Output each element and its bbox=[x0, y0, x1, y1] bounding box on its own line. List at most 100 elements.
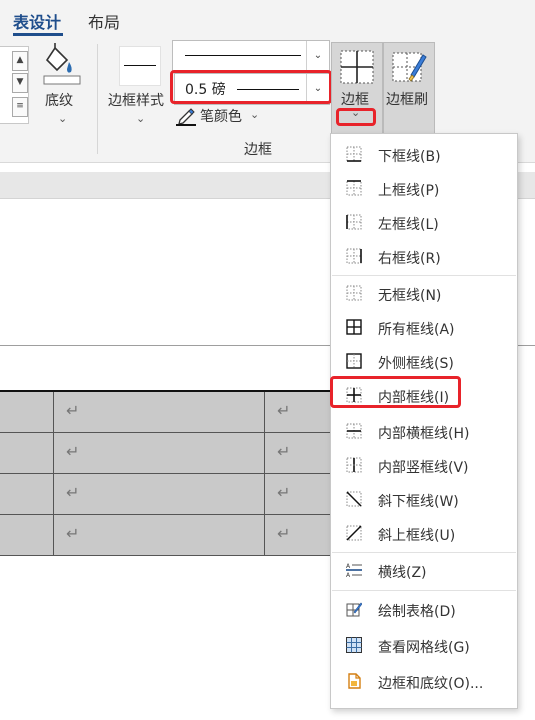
borders-dropdown-chevron[interactable]: ⌄ bbox=[351, 106, 360, 119]
gallery-down-button[interactable]: ▼ bbox=[12, 73, 28, 93]
menu-item-diagonal-up-border[interactable]: 斜上框线(U) bbox=[331, 516, 517, 550]
menu-item-label: 查看网格线(G) bbox=[378, 640, 470, 656]
menu-item-label: 斜上框线(U) bbox=[378, 528, 456, 544]
menu-item-label: 横线(Z) bbox=[378, 565, 427, 581]
paint-bucket-icon bbox=[43, 43, 81, 85]
inside-borders-highlight bbox=[330, 376, 461, 408]
menu-item-outside-borders[interactable]: 外侧框线(S) bbox=[331, 344, 517, 378]
line-style-chevron: ⌄ bbox=[306, 41, 329, 71]
table-row[interactable]: ↵ ↵ bbox=[0, 392, 340, 433]
menu-item-label: 左框线(L) bbox=[378, 217, 439, 233]
svg-text:A: A bbox=[346, 572, 351, 578]
pen-color-chevron: ⌄ bbox=[250, 108, 260, 121]
all-borders-icon bbox=[346, 319, 362, 335]
borders-icon bbox=[340, 50, 374, 84]
paragraph-mark: ↵ bbox=[66, 524, 80, 543]
paragraph-mark: ↵ bbox=[277, 401, 291, 420]
line-style-preview bbox=[185, 55, 301, 56]
table-row[interactable]: ↵ ↵ bbox=[0, 433, 340, 474]
menu-item-diagonal-down-border[interactable]: 斜下框线(W) bbox=[331, 482, 517, 516]
diagonal-down-border-icon bbox=[346, 491, 362, 507]
borders-and-shading-icon bbox=[348, 673, 361, 689]
inside-vertical-border-icon bbox=[346, 457, 362, 473]
menu-item-label: 斜下框线(W) bbox=[378, 494, 459, 510]
menu-item-horizontal-line[interactable]: A A 横线(Z) bbox=[331, 553, 517, 587]
paragraph-mark: ↵ bbox=[277, 524, 291, 543]
menu-item-label: 外侧框线(S) bbox=[378, 356, 454, 372]
pen-icon bbox=[176, 108, 196, 126]
border-painter-icon bbox=[392, 52, 427, 82]
menu-item-label: 所有框线(A) bbox=[378, 322, 455, 338]
right-border-icon bbox=[346, 248, 362, 264]
border-styles-button[interactable]: 边框样式 ⌄ bbox=[106, 42, 172, 132]
menu-item-top-border[interactable]: 上框线(P) bbox=[331, 171, 517, 205]
line-style-dropdown[interactable]: ⌄ bbox=[172, 40, 330, 72]
table-row[interactable]: ↵ ↵ bbox=[0, 474, 340, 515]
table-row[interactable]: ↵ ↵ bbox=[0, 515, 340, 556]
gallery-up-button[interactable]: ▲ bbox=[12, 51, 28, 71]
menu-item-draw-table[interactable]: 绘制表格(D) bbox=[331, 592, 517, 626]
bottom-border-icon bbox=[346, 146, 362, 162]
table-cell-divider bbox=[53, 433, 54, 473]
menu-item-label: 边框和底纹(O)... bbox=[378, 676, 484, 692]
border-styles-chevron: ⌄ bbox=[136, 112, 146, 125]
ribbon-divider bbox=[97, 44, 98, 154]
border-style-preview bbox=[119, 46, 161, 86]
menu-item-label: 无框线(N) bbox=[378, 288, 442, 304]
view-gridlines-icon bbox=[346, 637, 362, 653]
paragraph-mark: ↵ bbox=[66, 442, 80, 461]
menu-item-all-borders[interactable]: 所有框线(A) bbox=[331, 310, 517, 344]
ribbon-group-label: 边框 bbox=[244, 142, 272, 158]
shading-label: 底纹 bbox=[45, 93, 73, 109]
gallery-more-button[interactable]: ≡ bbox=[12, 97, 28, 117]
menu-item-label: 下框线(B) bbox=[378, 149, 441, 165]
active-tab-indicator bbox=[13, 33, 63, 36]
border-styles-label: 边框样式 bbox=[108, 93, 164, 109]
table-cell-divider bbox=[53, 392, 54, 432]
draw-table-icon bbox=[346, 602, 362, 617]
table-cell-divider bbox=[264, 433, 265, 473]
top-border-icon bbox=[346, 180, 362, 196]
table-cell-divider bbox=[264, 515, 265, 555]
menu-item-borders-and-shading[interactable]: 边框和底纹(O)... bbox=[331, 664, 517, 698]
border-painter-button[interactable]: 边框刷 bbox=[383, 42, 435, 139]
no-border-icon bbox=[346, 285, 362, 301]
menu-item-label: 绘制表格(D) bbox=[378, 604, 456, 620]
tab-layout[interactable]: 布局 bbox=[88, 9, 120, 33]
menu-item-label: 内部横框线(H) bbox=[378, 426, 470, 442]
border-painter-label: 边框刷 bbox=[386, 92, 428, 108]
menu-item-label: 右框线(R) bbox=[378, 251, 441, 267]
diagonal-up-border-icon bbox=[346, 525, 362, 541]
horizontal-line-icon: A A bbox=[346, 563, 362, 578]
pen-color-button[interactable]: 笔颜色 ⌄ bbox=[176, 104, 266, 126]
menu-separator bbox=[332, 590, 516, 591]
menu-item-right-border[interactable]: 右框线(R) bbox=[331, 239, 517, 273]
tab-table-design[interactable]: 表设计 bbox=[13, 9, 61, 33]
paragraph-mark: ↵ bbox=[66, 401, 80, 420]
borders-dropdown-menu: 下框线(B) 上框线(P) 左框线(L) 右框线(R) 无框线(N) 所有框线(… bbox=[330, 133, 518, 709]
pen-color-label: 笔颜色 bbox=[200, 109, 242, 125]
paragraph-mark: ↵ bbox=[66, 483, 80, 502]
menu-item-bottom-border[interactable]: 下框线(B) bbox=[331, 137, 517, 171]
table-cell-divider bbox=[53, 515, 54, 555]
menu-item-no-border[interactable]: 无框线(N) bbox=[331, 276, 517, 310]
table-cell-divider bbox=[53, 474, 54, 514]
menu-item-view-gridlines[interactable]: 查看网格线(G) bbox=[331, 628, 517, 662]
paragraph-mark: ↵ bbox=[277, 483, 291, 502]
svg-text:A: A bbox=[346, 563, 351, 570]
table-style-gallery-scroll: ▲ ▼ ≡ bbox=[0, 46, 29, 124]
inside-horizontal-border-icon bbox=[346, 423, 362, 439]
menu-item-left-border[interactable]: 左框线(L) bbox=[331, 205, 517, 239]
menu-item-inside-horizontal-border[interactable]: 内部横框线(H) bbox=[331, 414, 517, 448]
menu-item-inside-vertical-border[interactable]: 内部竖框线(V) bbox=[331, 448, 517, 482]
shading-dropdown-chevron: ⌄ bbox=[58, 112, 68, 125]
left-border-icon bbox=[346, 214, 362, 230]
paragraph-mark: ↵ bbox=[277, 442, 291, 461]
table-cell-divider bbox=[264, 392, 265, 432]
shading-button[interactable]: 底纹 ⌄ bbox=[40, 42, 84, 132]
outside-borders-icon bbox=[346, 353, 362, 369]
ribbon-tab-bar: 表设计 布局 bbox=[0, 0, 535, 38]
menu-item-label: 内部竖框线(V) bbox=[378, 460, 469, 476]
pen-weight-highlight bbox=[170, 70, 332, 104]
menu-item-label: 上框线(P) bbox=[378, 183, 440, 199]
